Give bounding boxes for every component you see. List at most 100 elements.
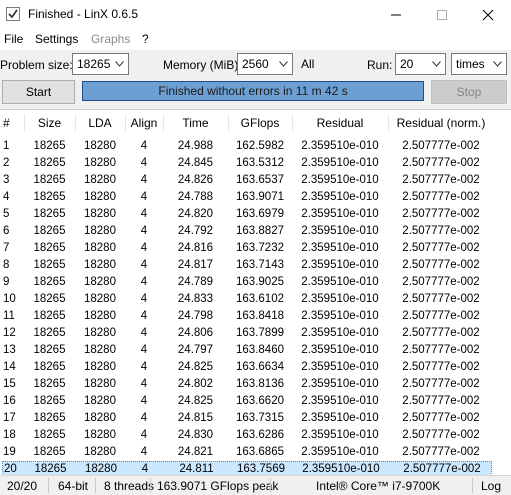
chevron-down-icon <box>279 61 288 67</box>
table-row[interactable]: 4 18265 18280 4 24.788 163.9071 2.359510e-010 2… <box>0 189 511 206</box>
cell-time: 24.806 <box>177 327 214 339</box>
cell-lda: 18280 <box>84 293 116 305</box>
cell-residual: 2.359510e-010 <box>301 293 379 305</box>
table-row[interactable]: 10 18265 18280 4 24.833 163.6102 2.359510e-010… <box>0 291 511 308</box>
progress-text: Finished without errors in 11 m 42 s <box>158 84 348 98</box>
table-row[interactable]: 14 18265 18280 4 24.825 163.6634 2.359510e-010… <box>0 359 511 376</box>
run-unit-value: times <box>456 57 485 71</box>
header-col-index[interactable]: # <box>0 110 24 136</box>
cell-residual-norm: 2.507777e-002 <box>402 429 480 441</box>
cell-time: 24.816 <box>177 242 214 254</box>
menu-graphs[interactable]: Graphs <box>91 32 130 46</box>
cell-size: 18265 <box>33 327 66 339</box>
table-row[interactable]: 3 18265 18280 4 24.826 163.6537 2.359510e-010 2… <box>0 172 511 189</box>
table-row[interactable]: 5 18265 18280 4 24.820 163.6979 2.359510e-010 2… <box>0 206 511 223</box>
cell-time: 24.792 <box>177 225 214 237</box>
table-row[interactable]: 12 18265 18280 4 24.806 163.7899 2.359510e-010… <box>0 325 511 342</box>
cell-lda: 18280 <box>84 157 116 169</box>
table-row[interactable]: 9 18265 18280 4 24.789 163.9025 2.359510e-010 2… <box>0 274 511 291</box>
log-button[interactable]: Log <box>481 479 501 493</box>
cell-time: 24.797 <box>177 344 214 356</box>
cell-residual-norm: 2.507777e-002 <box>402 361 480 373</box>
table-row[interactable]: 8 18265 18280 4 24.817 163.7143 2.359510e-010 2… <box>0 257 511 274</box>
table-row[interactable]: 15 18265 18280 4 24.802 163.8136 2.359510e-010… <box>0 376 511 393</box>
cell-gflops: 163.5312 <box>236 157 284 169</box>
start-button[interactable]: Start <box>2 80 75 104</box>
minimize-button[interactable] <box>373 0 419 30</box>
header-col-residual-norm[interactable]: Residual (norm.) <box>388 110 494 136</box>
header-col-lda[interactable]: LDA <box>75 110 125 136</box>
status-separator <box>472 478 473 493</box>
header-col-residual[interactable]: Residual <box>292 110 388 136</box>
cell-align: 4 <box>140 157 148 169</box>
header-separator <box>125 114 126 132</box>
run-unit-combo[interactable]: times <box>451 53 507 75</box>
run-count-value: 20 <box>400 57 414 71</box>
cell-residual: 2.359510e-010 <box>301 344 379 356</box>
cell-align: 4 <box>140 225 148 237</box>
cell-time: 24.833 <box>177 293 214 305</box>
header-col-gflops[interactable]: GFlops <box>228 110 292 136</box>
cell-residual-norm: 2.507777e-002 <box>402 276 480 288</box>
cell-align: 4 <box>140 310 148 322</box>
chevron-down-icon <box>115 61 124 67</box>
cell-align: 4 <box>140 429 148 441</box>
cell-gflops: 163.6537 <box>236 174 284 186</box>
cell-residual-norm: 2.507777e-002 <box>402 310 480 322</box>
close-button[interactable] <box>465 0 511 30</box>
cell-size: 18265 <box>33 157 66 169</box>
all-label[interactable]: All <box>301 57 314 71</box>
run-count-combo[interactable]: 20 <box>395 53 446 75</box>
cell-align: 4 <box>140 242 148 254</box>
cell-time: 24.802 <box>177 378 214 390</box>
table-row[interactable]: 11 18265 18280 4 24.798 163.8418 2.359510e-010… <box>0 308 511 325</box>
table-row[interactable]: 19 18265 18280 4 24.821 163.6865 2.359510e-010… <box>0 444 511 461</box>
status-progress: 20/20 <box>7 479 38 493</box>
cell-size: 18265 <box>33 395 66 407</box>
memory-combo[interactable]: 2560 <box>237 53 293 75</box>
table-row[interactable]: 6 18265 18280 4 24.792 163.8827 2.359510e-010 2… <box>0 223 511 240</box>
cell-size: 18265 <box>33 225 66 237</box>
memory-value: 2560 <box>242 57 269 71</box>
cell-residual: 2.359510e-010 <box>301 157 379 169</box>
table-row[interactable]: 16 18265 18280 4 24.825 163.6620 2.359510e-010… <box>0 393 511 410</box>
table-row[interactable]: 1 18265 18280 4 24.988 162.5982 2.359510e-010 2… <box>0 138 511 155</box>
cell-align: 4 <box>140 259 148 271</box>
cell-size: 18265 <box>33 344 66 356</box>
header-col-size[interactable]: Size <box>24 110 75 136</box>
header-col-time[interactable]: Time <box>163 110 228 136</box>
menu-help[interactable]: ? <box>142 32 149 46</box>
cell-residual: 2.359510e-010 <box>301 378 379 390</box>
cell-size: 18265 <box>33 293 66 305</box>
cell-align: 4 <box>140 174 148 186</box>
window-title: Finished - LinX 0.6.5 <box>28 7 139 21</box>
results-table[interactable]: # Size LDA Align Time GFlops Residual Residual … <box>0 109 511 478</box>
cell-lda: 18280 <box>84 276 116 288</box>
cell-residual-norm: 2.507777e-002 <box>402 174 480 186</box>
cell-size: 18265 <box>33 140 66 152</box>
stop-button[interactable]: Stop <box>431 80 507 104</box>
cell-gflops: 163.6620 <box>236 395 284 407</box>
cell-size: 18265 <box>33 242 66 254</box>
table-row[interactable]: 17 18265 18280 4 24.815 163.7315 2.359510e-010… <box>0 410 511 427</box>
problem-size-combo[interactable]: 18265 <box>72 53 129 75</box>
maximize-button[interactable] <box>419 0 465 30</box>
cell-residual-norm: 2.507777e-002 <box>402 191 480 203</box>
status-separator <box>270 478 271 493</box>
status-threads: 8 threads <box>104 479 155 493</box>
close-icon <box>482 9 494 21</box>
menu-file[interactable]: File <box>4 32 23 46</box>
cell-gflops: 163.8418 <box>236 310 284 322</box>
table-row[interactable]: 18 18265 18280 4 24.830 163.6286 2.359510e-010… <box>0 427 511 444</box>
cell-residual-norm: 2.507777e-002 <box>402 412 480 424</box>
header-col-align[interactable]: Align <box>125 110 163 136</box>
cell-align: 4 <box>140 191 148 203</box>
cell-residual-norm: 2.507777e-002 <box>402 259 480 271</box>
table-row[interactable]: 7 18265 18280 4 24.816 163.7232 2.359510e-010 2… <box>0 240 511 257</box>
table-row[interactable]: 13 18265 18280 4 24.797 163.8460 2.359510e-010… <box>0 342 511 359</box>
cell-residual: 2.359510e-010 <box>301 259 379 271</box>
cell-gflops: 163.9071 <box>236 191 284 203</box>
menu-settings[interactable]: Settings <box>35 32 78 46</box>
table-row[interactable]: 2 18265 18280 4 24.845 163.5312 2.359510e-010 2… <box>0 155 511 172</box>
cell-size: 18265 <box>33 310 66 322</box>
